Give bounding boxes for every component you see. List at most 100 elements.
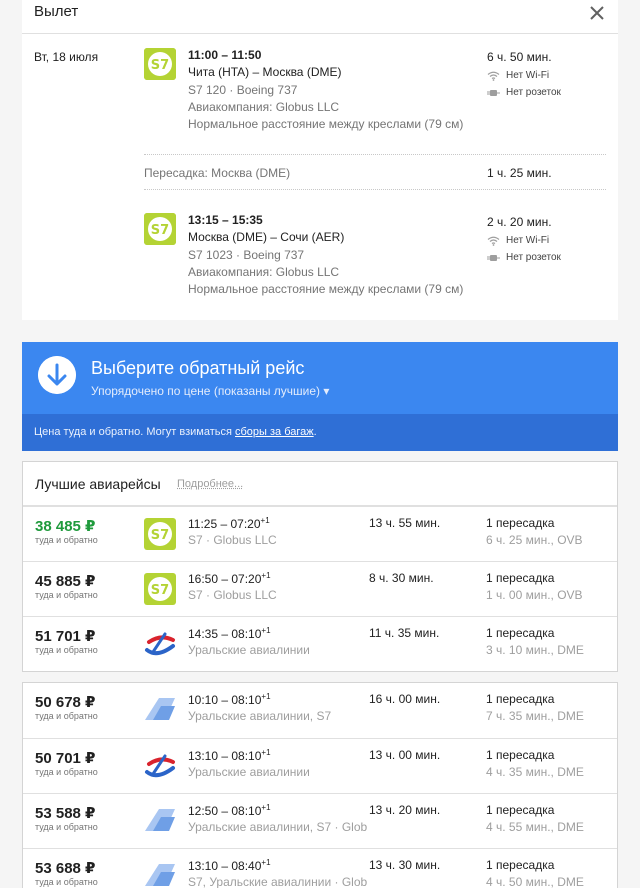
s7-logo-icon: S7 [144,573,176,605]
flight-times-text: 13:10 – 08:40 [188,859,262,873]
flight-duration: 8 ч. 30 мин. [369,571,434,585]
close-icon[interactable] [586,2,608,24]
wifi-icon [487,236,500,246]
flight-times-text: 16:50 – 07:20 [188,572,262,586]
price-note-suffix: . [313,426,317,438]
multiple-airlines-icon [145,698,175,720]
svg-text:S7: S7 [151,223,169,238]
flight-stops: 1 пересадка [486,803,555,817]
ural-airlines-logo-icon [145,632,175,656]
flight-price: 50 678 ₽ [35,694,96,711]
outbound-header: Вылет [22,0,618,34]
flight-result-row[interactable]: 53 588 ₽ туда и обратно 12:50 – 08:10+1 Ура… [23,793,617,848]
next-day-marker: +1 [260,516,270,525]
s7-logo-icon: S7 [144,213,176,245]
price-note-bar: Цена туда и обратно. Могут взиматься сбо… [22,414,618,451]
best-flights-card: Лучшие авиарейсы Подробнее... 38 485 ₽ ту… [22,461,618,672]
flight-result-row[interactable]: 51 701 ₽ туда и обратно 14:35 – 08:10+1 Ура… [23,616,617,671]
ural-airlines-logo-icon [145,754,175,778]
flight-stops: 1 пересадка [486,692,555,706]
flight-times-text: 13:10 – 08:10 [188,749,262,763]
multiple-airlines-icon [145,864,175,886]
segment-flight: S7 120 · Boeing 737 [188,83,298,97]
power-plug-icon [487,254,500,261]
price-subtitle: туда и обратно [35,711,98,721]
price-note: Цена туда и обратно. Могут взиматься сбо… [34,426,317,438]
outbound-date: Вт, 18 июля [34,50,99,64]
next-day-marker: +1 [261,748,271,757]
flight-duration: 13 ч. 00 мин. [369,748,441,762]
sort-dropdown[interactable]: Упорядочено по цене (показаны лучшие) ▾ [91,384,329,398]
segment-seat: Нормальное расстояние между креслами (79… [188,117,464,131]
next-day-marker: +1 [261,571,271,580]
flight-duration: 13 ч. 20 мин. [369,803,441,817]
next-day-marker: +1 [261,692,271,701]
wifi-label: Нет Wi-Fi [506,235,550,246]
flight-times: 13:10 – 08:10+1 [188,748,271,763]
flight-result-row[interactable]: 53 688 ₽ туда и обратно 13:10 – 08:40+1 S7,… [23,848,617,888]
segment-duration: 2 ч. 20 мин. [487,215,552,229]
flight-duration: 13 ч. 55 мин. [369,516,441,530]
arrow-down-icon [38,356,76,394]
power-label: Нет розеток [506,87,561,98]
flight-times: 10:10 – 08:10+1 [188,692,271,707]
flight-stop-info: 1 ч. 00 мин., OVB [486,588,583,602]
flight-result-row[interactable]: 45 885 ₽ туда и обратно S7 16:50 – 07:20+1 S… [23,561,617,616]
price-subtitle: туда и обратно [35,822,98,832]
wifi-amenity: Нет Wi-Fi [487,235,549,246]
return-title: Выберите обратный рейс [91,358,305,378]
more-link[interactable]: Подробнее... [177,478,243,490]
flight-times: 12:50 – 08:10+1 [188,803,271,818]
layover-label: Пересадка: Москва (DME) [144,166,291,180]
s7-logo-icon: S7 [144,518,176,550]
price-subtitle: туда и обратно [35,590,98,600]
flight-stop-info: 3 ч. 10 мин., DME [486,643,584,657]
flight-segment: S7 11:00 – 11:50 Чита (HTA) – Москва (DM… [144,48,608,138]
power-plug-icon [487,89,500,96]
segment-times: 11:00 – 11:50 [188,48,262,62]
layover-duration: 1 ч. 25 мин. [487,166,552,180]
flight-airline: S7 · Globus LLC [188,533,277,547]
flight-times-text: 10:10 – 08:10 [188,693,262,707]
flight-price: 51 701 ₽ [35,628,96,645]
flight-stop-info: 4 ч. 35 мин., DME [486,765,584,779]
price-subtitle: туда и обратно [35,877,98,887]
flight-times-text: 11:25 – 07:20 [188,517,261,531]
power-label: Нет розеток [506,252,561,263]
best-flights-header: Лучшие авиарейсы Подробнее... [23,462,617,506]
flight-stops: 1 пересадка [486,858,555,872]
flight-stop-info: 7 ч. 35 мин., DME [486,709,584,723]
flight-price: 50 701 ₽ [35,750,96,767]
next-day-marker: +1 [261,626,271,635]
flight-result-row[interactable]: 50 701 ₽ туда и обратно 13:10 – 08:10+1 Ура… [23,738,617,793]
flight-airline: S7 · Globus LLC [188,588,277,602]
flight-times: 13:10 – 08:40+1 [188,858,271,873]
price-subtitle: туда и обратно [35,767,98,777]
flight-stops: 1 пересадка [486,626,555,640]
flight-times: 16:50 – 07:20+1 [188,571,271,586]
return-banner: Выберите обратный рейс Упорядочено по це… [22,342,618,451]
flight-stop-info: 4 ч. 50 мин., DME [486,875,584,888]
flight-airline: Уральские авиалинии [188,643,310,657]
baggage-fees-link[interactable]: сборы за багаж [235,426,314,438]
flight-airline: S7, Уральские авиалинии · Glob [188,875,368,888]
flight-segment: S7 13:15 – 15:35 Москва (DME) – Сочи (AE… [144,213,608,303]
flight-result-row[interactable]: 38 485 ₽ туда и обратно S7 11:25 – 07:20+1 S… [23,506,617,561]
flight-times-text: 14:35 – 08:10 [188,627,262,641]
segment-seat: Нормальное расстояние между креслами (79… [188,282,464,296]
flight-times: 14:35 – 08:10+1 [188,626,271,641]
flight-result-row[interactable]: 50 678 ₽ туда и обратно 10:10 – 08:10+1 Ура… [23,683,617,738]
flight-price: 53 588 ₽ [35,805,96,822]
next-day-marker: +1 [261,803,271,812]
flight-stops: 1 пересадка [486,516,555,530]
price-subtitle: туда и обратно [35,645,98,655]
power-amenity: Нет розеток [487,252,561,263]
segment-flight: S7 1023 · Boeing 737 [188,248,305,262]
best-flights-title: Лучшие авиарейсы [35,476,161,492]
flight-airline: Уральские авиалинии, S7 [188,709,332,723]
flight-times-text: 12:50 – 08:10 [188,804,262,818]
wifi-icon [487,71,500,81]
svg-text:S7: S7 [151,528,169,543]
multiple-airlines-icon [145,809,175,831]
next-day-marker: +1 [261,858,271,867]
